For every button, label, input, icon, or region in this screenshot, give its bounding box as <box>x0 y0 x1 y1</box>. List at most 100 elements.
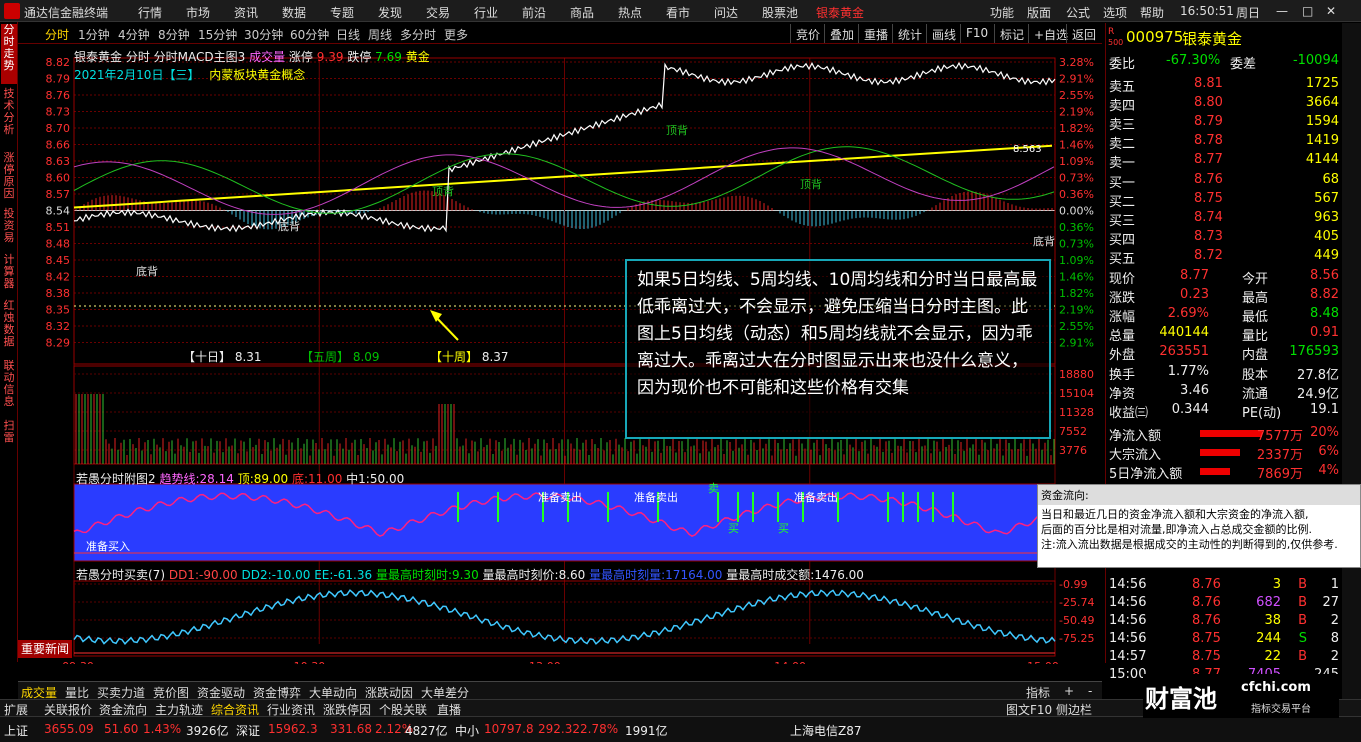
time-tick-label: 14:00 <box>774 660 806 664</box>
trade-volume: 244 <box>1256 631 1281 646</box>
period-4min[interactable]: 4分钟 <box>118 26 150 43</box>
bid-row[interactable]: 买五 8.72 449 <box>1106 247 1341 267</box>
ask-row[interactable]: 卖一 8.77 4144 <box>1106 151 1341 171</box>
btn-huaxian[interactable]: 画线 <box>926 24 961 43</box>
sidebar-tab-fenshi[interactable]: 分时走势 <box>1 24 17 84</box>
right-tool-strip[interactable] <box>1342 23 1361 699</box>
bid-price: 8.76 <box>1194 172 1223 187</box>
period-more[interactable]: 更多 <box>444 26 468 43</box>
ask-price: 8.81 <box>1194 76 1223 91</box>
fund-flow-row[interactable]: 大宗流入 2337万 6% <box>1106 443 1341 463</box>
menu-item-banmian[interactable]: 版面 <box>1027 4 1051 21</box>
menu-item-kanshi[interactable]: 看市 <box>666 4 690 21</box>
close-icon[interactable]: ✕ <box>1326 4 1336 18</box>
sidebar-tab-liandong[interactable]: 联动信息 <box>1 360 17 412</box>
sub2-maxtime-value: 9.30 <box>451 568 479 582</box>
bid-label: 买五 <box>1109 252 1136 267</box>
btn-chongbo[interactable]: 重播 <box>858 24 893 43</box>
sidebar-tab-zhangting[interactable]: 涨停原因 <box>1 152 17 202</box>
menu-item-current-stock[interactable]: 银泰黄金 <box>816 4 864 21</box>
fund-flow-row[interactable]: 净流入额 7577万 20% <box>1106 424 1341 444</box>
sidebar-tab-jishu[interactable]: 技术分析 <box>1 88 17 148</box>
period-60min[interactable]: 60分钟 <box>290 26 329 43</box>
period-15min[interactable]: 15分钟 <box>198 26 237 43</box>
restore-icon[interactable]: □ <box>1302 4 1313 18</box>
dingbei-label: 顶背 <box>800 177 822 191</box>
fundamental-row: 收益㈢ 0.344 PE(动) 19.1 <box>1106 401 1341 421</box>
stock-badge-2: 500 <box>1108 38 1124 47</box>
sh-pct: 1.43% <box>143 722 182 736</box>
menu-item-faxian[interactable]: 发现 <box>378 4 402 21</box>
period-week[interactable]: 周线 <box>368 26 392 43</box>
ask-row[interactable]: 卖五 8.81 1725 <box>1106 75 1341 95</box>
ask-row[interactable]: 卖三 8.79 1594 <box>1106 113 1341 133</box>
important-news-button[interactable]: 重要新闻 <box>18 640 72 658</box>
menu-item-bangzhu[interactable]: 帮助 <box>1140 4 1164 21</box>
menu-item-xuanxiang[interactable]: 选项 <box>1103 4 1127 21</box>
stat-value-2: 176593 <box>1289 344 1339 359</box>
menu-item-hangqing[interactable]: 行情 <box>138 4 162 21</box>
period-1min[interactable]: 1分钟 <box>78 26 110 43</box>
clock: 16:50:51 <box>1180 4 1234 18</box>
menu-item-shangpin[interactable]: 商品 <box>570 4 594 21</box>
zoom-out-button[interactable]: - <box>1088 684 1092 698</box>
minimize-icon[interactable]: — <box>1276 4 1288 18</box>
btn-diejia[interactable]: 叠加 <box>824 24 859 43</box>
stat-label-2: 今开 <box>1242 272 1269 287</box>
period-30min[interactable]: 30分钟 <box>244 26 283 43</box>
bid-row[interactable]: 买二 8.75 567 <box>1106 190 1341 210</box>
menu-item-gupiaochi[interactable]: 股票池 <box>762 4 798 21</box>
menu-item-qianyan[interactable]: 前沿 <box>522 4 546 21</box>
intraday-chart[interactable]: 8.82 3.28% 8.79 2.91% 8.76 2.55% 8.73 2.19% 8.70… <box>18 44 1102 664</box>
sidebar-tab-jisuanqi[interactable]: 计算器 <box>1 254 17 294</box>
trade-row: 14:56 8.75 244 S 8 <box>1106 630 1341 649</box>
ask-label: 卖五 <box>1109 80 1136 95</box>
btn-tongji[interactable]: 统计 <box>892 24 927 43</box>
bid-row[interactable]: 买四 8.73 405 <box>1106 228 1341 248</box>
period-fenshi[interactable]: 分时 <box>45 26 69 43</box>
period-multi[interactable]: 多分时 <box>400 26 436 43</box>
period-day[interactable]: 日线 <box>336 26 360 43</box>
pct-tick-label: 2.91% <box>1059 337 1094 350</box>
chart-concept: 内蒙板块黄金概念 <box>209 68 306 82</box>
sidebar-tab-touziyi[interactable]: 投资易 <box>1 208 17 248</box>
stat-value: 2.69% <box>1167 306 1209 321</box>
menu-item-zixun[interactable]: 资讯 <box>234 4 258 21</box>
sub2-tick-label: -50.49 <box>1059 614 1094 627</box>
menu-item-shichang[interactable]: 市场 <box>186 4 210 21</box>
sidebar-tab-saolei[interactable]: 扫雷 <box>1 420 17 448</box>
btn-f10[interactable]: F10 <box>960 24 993 43</box>
btn-jingjia[interactable]: 竞价 <box>790 24 825 43</box>
btn-biaoji[interactable]: 标记 <box>994 24 1029 43</box>
period-8min[interactable]: 8分钟 <box>158 26 190 43</box>
sidebar-tab-hongzhu[interactable]: 红烛数据 <box>1 300 17 352</box>
watermark-brand: 财富池 <box>1145 685 1217 713</box>
limit-down-value: 7.69 <box>375 50 402 64</box>
price-tick-label: 8.66 <box>46 139 71 152</box>
btn-fanhui[interactable]: 返回 <box>1066 24 1101 43</box>
menu-item-shuju[interactable]: 数据 <box>282 4 306 21</box>
menu-item-wenda[interactable]: 问达 <box>714 4 738 21</box>
sub2-maxtime-label: 量最高时刻时: <box>375 568 452 582</box>
menu-item-hangye[interactable]: 行业 <box>474 4 498 21</box>
menu-item-zhuanti[interactable]: 专题 <box>330 4 354 21</box>
sub2-tick-label: -75.25 <box>1059 632 1094 645</box>
pct-tick-label: 3.28% <box>1059 56 1094 69</box>
stock-badge: R <box>1108 27 1115 37</box>
server-status[interactable]: 上海电信Z87 <box>790 722 862 739</box>
trade-count: 27 <box>1322 595 1339 610</box>
dibei-label: 底背 <box>136 264 158 278</box>
ask-row[interactable]: 卖四 8.80 3664 <box>1106 94 1341 114</box>
zoom-in-button[interactable]: + <box>1064 684 1074 698</box>
fund-flow-row[interactable]: 5日净流入额 7869万 4% <box>1106 462 1341 482</box>
ask-row[interactable]: 卖二 8.78 1419 <box>1106 132 1341 152</box>
menu-item-jiaoyi[interactable]: 交易 <box>426 4 450 21</box>
stat-label: 涨幅 <box>1109 310 1136 325</box>
menu-item-gongshi[interactable]: 公式 <box>1066 4 1090 21</box>
indicator-tab-bar: 成交量 量比 买卖力道 竞价图 资金驱动 资金博弈 大单动向 涨跌动因 大单差分… <box>18 681 1102 700</box>
stock-code: 000975 <box>1126 28 1184 46</box>
menu-item-gongneng[interactable]: 功能 <box>990 4 1014 21</box>
bid-row[interactable]: 买一 8.76 68 <box>1106 171 1341 191</box>
bid-row[interactable]: 买三 8.74 963 <box>1106 209 1341 229</box>
menu-item-redian[interactable]: 热点 <box>618 4 642 21</box>
